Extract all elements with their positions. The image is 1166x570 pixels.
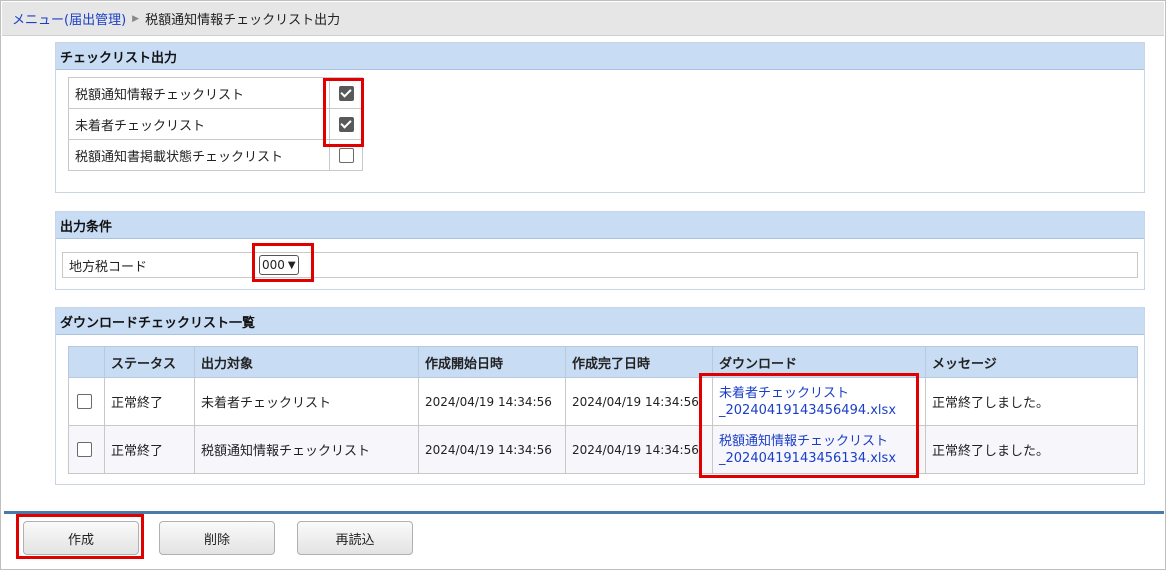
checklist-output-title: チェックリスト出力 — [56, 43, 1144, 70]
cell-message: 正常終了しました。 — [925, 377, 1138, 426]
checklist-row: 税額通知情報チェックリスト — [68, 77, 363, 109]
checklist-checkbox-posting-status[interactable] — [338, 147, 354, 163]
cell-status: 正常終了 — [104, 425, 195, 474]
breadcrumb-separator-icon: ▶ — [132, 13, 140, 24]
local-tax-code-label: 地方税コード — [69, 259, 148, 275]
output-conditions-title: 出力条件 — [56, 212, 1144, 239]
cell-status: 正常終了 — [104, 377, 195, 426]
cell-target: 未着者チェックリスト — [194, 377, 419, 426]
table-row: 正常終了 未着者チェックリスト 2024/04/19 14:34:56 2024… — [68, 377, 1138, 426]
app-window: メニュー(届出管理) ▶ 税額通知情報チェックリスト出力 チェックリスト出力 税… — [0, 0, 1166, 570]
highlight-box — [323, 78, 364, 147]
download-table: ステータス 出力対象 作成開始日時 作成完了日時 ダウンロード メッセージ 正常… — [68, 346, 1138, 474]
checklist-label: 税額通知情報チェックリスト — [68, 77, 330, 109]
checklist-row: 税額通知書掲載状態チェックリスト — [68, 139, 363, 171]
column-header-target: 出力対象 — [194, 346, 419, 378]
highlight-box — [16, 514, 144, 559]
divider — [4, 511, 1164, 514]
download-list-panel: ダウンロードチェックリスト一覧 ステータス 出力対象 作成開始日時 作成完了日時… — [55, 307, 1145, 485]
cell-start: 2024/04/19 14:34:56 — [418, 377, 566, 426]
download-list-title: ダウンロードチェックリスト一覧 — [56, 308, 1144, 335]
checklist-table: 税額通知情報チェックリスト 未着者チェックリスト 税額通知書掲載状態チェックリス… — [68, 77, 363, 171]
cell-target: 税額通知情報チェックリスト — [194, 425, 419, 474]
cell-start: 2024/04/19 14:34:56 — [418, 425, 566, 474]
delete-button[interactable]: 削除 — [159, 521, 275, 555]
local-tax-code-row: 地方税コード 000 ▼ — [62, 252, 1138, 278]
cell-end: 2024/04/19 14:34:56 — [565, 425, 713, 474]
row-select-checkbox[interactable] — [77, 442, 92, 457]
column-header-status: ステータス — [104, 346, 195, 378]
highlight-box — [252, 243, 314, 282]
column-header-start: 作成開始日時 — [418, 346, 566, 378]
column-header-end: 作成完了日時 — [565, 346, 713, 378]
table-header-row: ステータス 出力対象 作成開始日時 作成完了日時 ダウンロード メッセージ — [68, 346, 1138, 378]
reload-button[interactable]: 再読込 — [297, 521, 413, 555]
column-header-message: メッセージ — [925, 346, 1138, 378]
checklist-label: 税額通知書掲載状態チェックリスト — [68, 139, 330, 171]
checklist-row: 未着者チェックリスト — [68, 108, 363, 140]
row-select-checkbox[interactable] — [77, 394, 92, 409]
breadcrumb: メニュー(届出管理) ▶ 税額通知情報チェックリスト出力 — [2, 2, 1164, 36]
cell-message: 正常終了しました。 — [925, 425, 1138, 474]
output-conditions-panel: 出力条件 地方税コード 000 ▼ — [55, 211, 1145, 290]
cell-end: 2024/04/19 14:34:56 — [565, 377, 713, 426]
column-header-select — [68, 346, 105, 378]
table-row: 正常終了 税額通知情報チェックリスト 2024/04/19 14:34:56 2… — [68, 425, 1138, 474]
highlight-box — [699, 373, 919, 478]
checklist-output-panel: チェックリスト出力 税額通知情報チェックリスト 未着者チェックリスト 税額通知書… — [55, 42, 1145, 193]
checklist-label: 未着者チェックリスト — [68, 108, 330, 140]
breadcrumb-menu-link[interactable]: メニュー(届出管理) — [12, 9, 126, 28]
breadcrumb-current: 税額通知情報チェックリスト出力 — [145, 13, 341, 28]
